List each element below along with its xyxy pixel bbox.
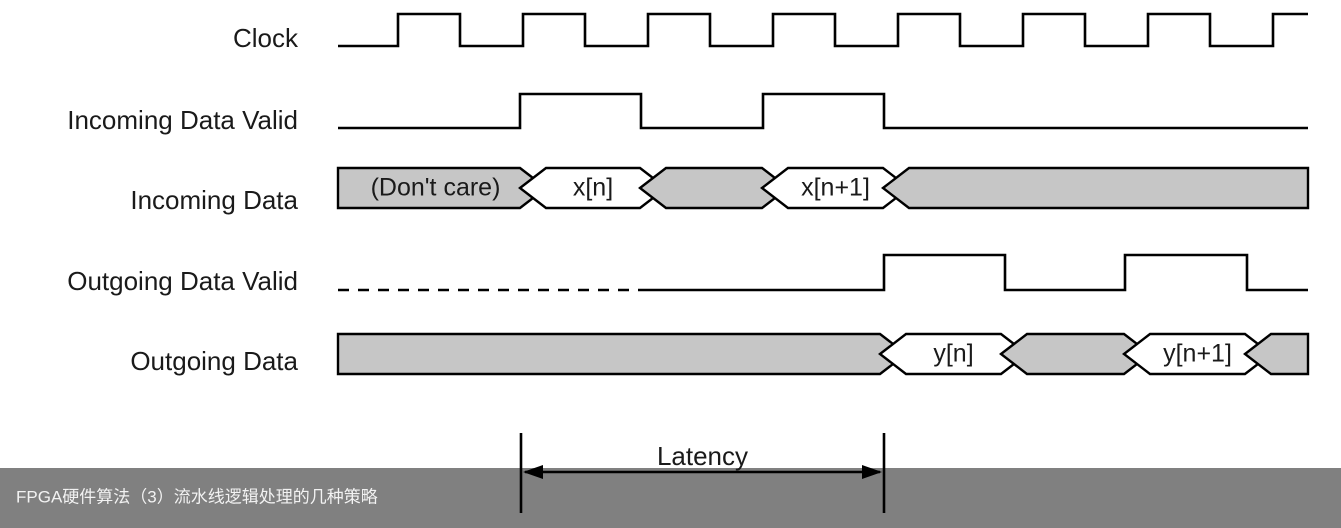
waveform-clock: [338, 12, 1308, 48]
outgoing-data-valid-trace: [648, 253, 1308, 292]
outgoing-data-cell-label: y[n]: [933, 340, 973, 368]
waveform-incoming-data: (Don't care) x[n] x[n+1]: [336, 166, 1310, 210]
timing-diagram-svg: Clock Incoming Data Valid Incoming Data …: [0, 12, 1341, 528]
incoming-data-valid-trace: [338, 92, 1308, 130]
latency-label: Latency: [657, 441, 748, 471]
incoming-data-cell-label: x[n]: [573, 174, 613, 202]
timing-diagram-page: Clock Incoming Data Valid Incoming Data …: [0, 0, 1341, 528]
signal-label-outgoing-data-valid: Outgoing Data Valid: [67, 266, 298, 296]
incoming-data-cell: [881, 166, 1310, 210]
footer-caption: FPGA硬件算法（3）流水线逻辑处理的几种策略: [16, 487, 378, 506]
waveform-outgoing-data: y[n] y[n+1]: [336, 332, 1310, 376]
outgoing-data-cell-label: y[n+1]: [1163, 340, 1232, 368]
signal-label-incoming-data: Incoming Data: [130, 185, 298, 215]
signal-label-incoming-data-valid: Incoming Data Valid: [67, 105, 298, 135]
incoming-data-cell-label: (Don't care): [371, 174, 501, 202]
signal-label-outgoing-data: Outgoing Data: [130, 346, 298, 376]
waveform-incoming-data-valid: [338, 92, 1308, 130]
outgoing-data-cell: [336, 332, 908, 376]
signal-label-clock: Clock: [233, 23, 299, 53]
incoming-data-cell-label: x[n+1]: [801, 174, 870, 202]
clock-trace: [338, 12, 1308, 48]
waveform-outgoing-data-valid: [338, 253, 1308, 292]
